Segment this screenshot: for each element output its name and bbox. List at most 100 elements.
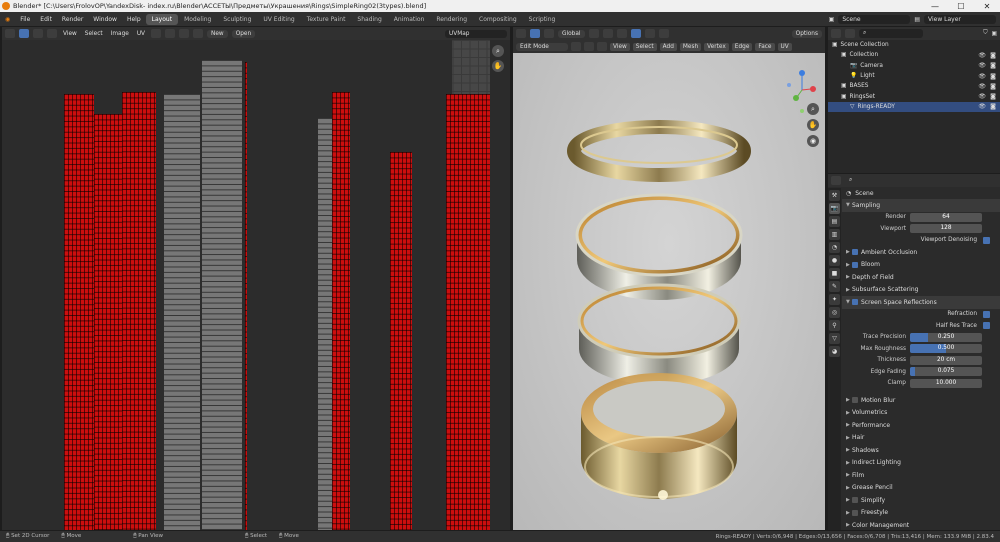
vp-menu-add[interactable]: Add: [659, 42, 677, 51]
visibility-eye-icon[interactable]: 👁: [978, 73, 986, 80]
pan-icon[interactable]: ✋: [492, 60, 504, 72]
zoom-icon[interactable]: ⌕: [492, 45, 504, 57]
modifier-tab-icon[interactable]: ✎: [829, 281, 840, 292]
pivot-icon[interactable]: [151, 29, 162, 38]
vp-menu-face[interactable]: Face: [755, 42, 775, 51]
properties-search[interactable]: ⌕: [845, 176, 915, 185]
section-grease-pencil[interactable]: ▶ Grease Pencil: [842, 482, 1000, 495]
menu-file[interactable]: File: [15, 16, 35, 23]
section-bloom[interactable]: ▶ Bloom: [842, 259, 1000, 272]
render-visibility-icon[interactable]: ◙: [990, 103, 996, 110]
section-simplify[interactable]: ▶ Simplify: [842, 494, 1000, 507]
uv-menu-uv[interactable]: UV: [135, 31, 147, 37]
tab-sculpting[interactable]: Sculpting: [217, 14, 257, 25]
physics-tab-icon[interactable]: ◎: [829, 307, 840, 318]
section-checkbox[interactable]: [852, 299, 858, 306]
section-checkbox[interactable]: [852, 249, 858, 256]
camera-view-icon[interactable]: ◉: [807, 135, 819, 147]
outliner-row[interactable]: ▽ Rings-READY 👁 ◙: [828, 101, 1000, 113]
snap-icon-3d[interactable]: [588, 29, 599, 38]
options-button[interactable]: Options: [791, 29, 822, 38]
editor-type-icon[interactable]: [5, 29, 15, 38]
outliner-row[interactable]: ▣ Collection 👁 ◙: [828, 50, 1000, 60]
select-tool-icon[interactable]: [530, 29, 540, 38]
properties-type-icon[interactable]: [831, 176, 841, 185]
minimize-button[interactable]: —: [922, 2, 948, 11]
section-performance[interactable]: ▶ Performance: [842, 419, 1000, 432]
particles-tab-icon[interactable]: ✦: [829, 294, 840, 305]
snap-icon[interactable]: [165, 29, 176, 38]
proportional-edit-icon[interactable]: [179, 29, 190, 38]
tab-scripting[interactable]: Scripting: [523, 14, 562, 25]
constraint-tab-icon[interactable]: ⚲: [829, 320, 840, 331]
tab-texture-paint[interactable]: Texture Paint: [301, 14, 352, 25]
outliner-row[interactable]: ▣ RingsSet 👁 ◙: [828, 91, 1000, 101]
visibility-eye-icon[interactable]: 👁: [978, 103, 986, 110]
tab-animation[interactable]: Animation: [388, 14, 431, 25]
scene-selector[interactable]: Scene: [838, 14, 911, 24]
tab-compositing[interactable]: Compositing: [473, 14, 523, 25]
tab-layout[interactable]: Layout: [145, 13, 179, 25]
visibility-eye-icon[interactable]: 👁: [978, 62, 986, 69]
tab-rendering[interactable]: Rendering: [430, 14, 473, 25]
half-res-trace-checkbox[interactable]: [983, 322, 990, 330]
render-visibility-icon[interactable]: ◙: [990, 62, 996, 69]
section-subsurface-scattering[interactable]: ▶ Subsurface Scattering: [842, 284, 1000, 297]
overlays-icon[interactable]: [616, 29, 627, 38]
visibility-eye-icon[interactable]: 👁: [978, 83, 986, 90]
section-checkbox[interactable]: [852, 497, 858, 504]
section-depth-of-field[interactable]: ▶ Depth of Field: [842, 271, 1000, 284]
tool-tab-icon[interactable]: ⚒: [829, 190, 840, 201]
outliner-row[interactable]: ▣ BASES 👁 ◙: [828, 81, 1000, 91]
section-checkbox[interactable]: [852, 509, 858, 516]
tab-modeling[interactable]: Modeling: [178, 14, 217, 25]
view-layer-selector[interactable]: View Layer: [924, 14, 996, 24]
section-color-management[interactable]: ▶ Color Management: [842, 519, 1000, 530]
ssr-field-value[interactable]: 20 cm: [910, 355, 982, 365]
uv-menu-view[interactable]: View: [61, 31, 79, 37]
refraction-checkbox[interactable]: [983, 310, 990, 318]
render-samples-field[interactable]: 64: [910, 212, 982, 222]
vp-menu-select[interactable]: Select: [632, 42, 657, 51]
close-button[interactable]: ✕: [974, 2, 1000, 11]
data-tab-icon[interactable]: ▽: [829, 333, 840, 344]
shading-material-icon[interactable]: [658, 29, 669, 38]
face-mode-icon[interactable]: [597, 42, 607, 51]
xray-icon[interactable]: [630, 29, 641, 38]
section-hair[interactable]: ▶ Hair: [842, 432, 1000, 445]
section-film[interactable]: ▶ Film: [842, 469, 1000, 482]
uvmap-selector[interactable]: UVMap: [445, 29, 507, 38]
view-layer-tab-icon[interactable]: ▥: [829, 229, 840, 240]
visibility-eye-icon[interactable]: 👁: [978, 93, 986, 100]
vertex-mode-icon[interactable]: [571, 42, 581, 51]
render-visibility-icon[interactable]: ◙: [990, 73, 996, 80]
sampling-section[interactable]: ▼ Sampling: [842, 199, 1000, 212]
section-checkbox[interactable]: [852, 261, 858, 268]
render-tab-icon[interactable]: 📷: [829, 203, 840, 214]
maximize-button[interactable]: ☐: [948, 2, 974, 11]
section-volumetrics[interactable]: ▶ Volumetrics: [842, 407, 1000, 420]
vp-menu-edge[interactable]: Edge: [731, 42, 753, 51]
transform-icon[interactable]: [544, 29, 554, 38]
viewport-samples-field[interactable]: 128: [910, 224, 982, 234]
ssr-field-value[interactable]: 0.250: [910, 332, 982, 342]
edge-select-icon[interactable]: [47, 29, 57, 38]
viewport-canvas[interactable]: ⌕ ✋ ◉: [513, 53, 825, 530]
scene-tab-icon[interactable]: ◔: [829, 242, 840, 253]
menu-edit[interactable]: Edit: [35, 16, 57, 23]
proportional-icon-3d[interactable]: [602, 29, 613, 38]
section-shadows[interactable]: ▶ Shadows: [842, 444, 1000, 457]
uv-canvas[interactable]: [2, 40, 490, 530]
vp-menu-view[interactable]: View: [610, 42, 630, 51]
vp-menu-mesh[interactable]: Mesh: [679, 42, 702, 51]
menu-render[interactable]: Render: [57, 16, 88, 23]
outliner-display-icon[interactable]: [845, 29, 855, 38]
section-freestyle[interactable]: ▶ Freestyle: [842, 507, 1000, 520]
section-checkbox[interactable]: [852, 397, 858, 404]
tab-shading[interactable]: Shading: [351, 14, 387, 25]
ssr-field-value[interactable]: 10.000: [910, 378, 982, 388]
object-tab-icon[interactable]: ■: [829, 268, 840, 279]
outliner-search-input[interactable]: ⌕: [859, 29, 923, 38]
sync-selection-icon[interactable]: [19, 29, 29, 38]
pan-view-icon[interactable]: ✋: [807, 119, 819, 131]
